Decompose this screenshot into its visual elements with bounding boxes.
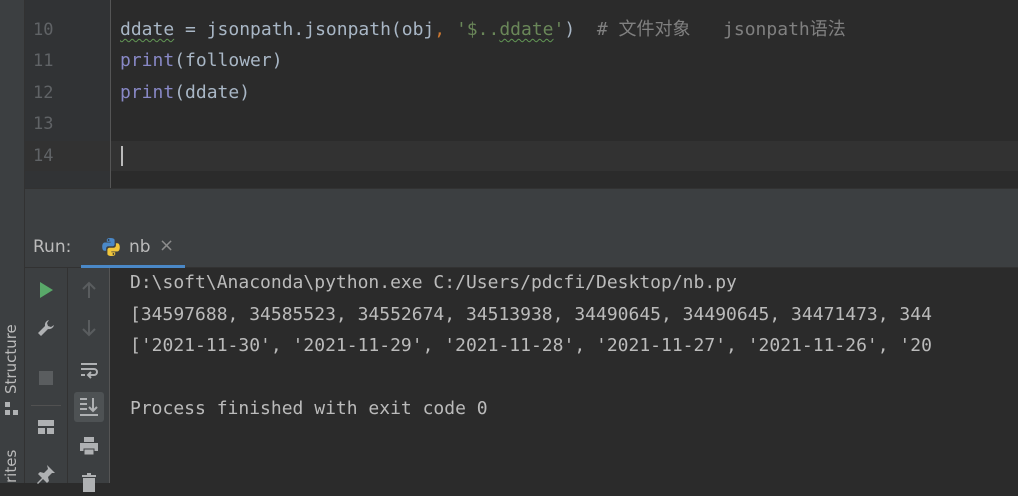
print-icon [80,437,98,456]
line-number: 11 [33,51,54,71]
soft-wrap-button[interactable] [75,356,103,384]
code-token-var: ddate [120,19,175,40]
down-arrow-icon [82,320,96,337]
code-editor[interactable]: 10 11 12 13 14 ddate = jsonpath.jsonpath… [25,0,1018,188]
console-line: [34597688, 34585523, 34552674, 34513938,… [130,304,932,325]
previous-occurrence-button[interactable] [75,276,103,304]
python-icon [102,238,120,256]
console-line: D:\soft\Anaconda\python.exe C:/Users/pdc… [130,272,737,293]
line-number: 12 [33,83,54,103]
clear-all-button[interactable] [75,468,103,496]
line-number: 13 [33,114,54,134]
wrench-icon [38,320,54,336]
code-token-string-word: ddate [499,19,554,40]
stop-icon [39,371,53,385]
scroll-to-end-icon [80,398,98,416]
code-comment: # 文件对象 jsonpath语法 [575,19,846,40]
trash-icon [82,473,96,492]
code-line-11[interactable]: print(follower) [120,49,283,73]
code-token-args: (follower) [174,50,283,71]
next-occurrence-button[interactable] [75,314,103,342]
panel-splitter[interactable] [25,188,1018,232]
edit-config-button[interactable] [32,314,60,342]
run-tab-nb[interactable]: nb × [83,231,183,267]
current-line-highlight [111,141,1018,171]
scroll-to-end-button[interactable] [74,392,104,422]
structure-icon [5,402,18,415]
favorites-tab-label: rites [2,449,20,483]
structure-tab-label: Structure [2,324,20,394]
soft-wrap-icon [81,363,98,379]
code-token-print: print [120,82,175,103]
left-tool-stripe: Structure rites [0,0,25,483]
code-token-string-close: ' [553,19,565,40]
code-line-12[interactable]: print(ddate) [120,81,250,105]
line-number-gutter: 10 11 12 13 14 [25,0,111,188]
run-icon [40,282,53,298]
pin-icon [37,465,55,484]
close-icon[interactable]: × [159,235,174,256]
console-line: ['2021-11-30', '2021-11-29', '2021-11-28… [130,335,932,356]
text-caret [121,146,123,166]
line-number: 14 [33,146,54,166]
print-button[interactable] [75,432,103,460]
code-token-print: print [120,50,175,71]
code-token-args: (ddate) [174,82,251,103]
run-toolbar-primary [25,268,68,484]
pin-tab-button[interactable] [32,460,60,488]
run-tab-label: nb [129,237,151,257]
code-line-10[interactable]: ddate = jsonpath.jsonpath(obj, '$..ddate… [120,18,846,42]
run-panel-label: Run: [33,237,72,257]
layout-icon [38,420,54,434]
console-line: Process finished with exit code 0 [130,398,488,419]
code-token-string-open: '$.. [445,19,500,40]
run-console-output[interactable]: D:\soft\Anaconda\python.exe C:/Users/pdc… [110,268,1018,483]
code-token-comma: , [434,19,446,40]
restore-layout-button[interactable] [32,413,60,441]
code-token-paren: ) [564,19,576,40]
up-arrow-icon [82,281,96,298]
run-panel-header: Run: nb × [25,231,1018,268]
code-token-call: = jsonpath.jsonpath(obj [174,19,435,40]
rerun-button[interactable] [32,276,60,304]
run-toolbar-secondary [68,268,110,492]
toolbar-separator [31,405,61,406]
line-number: 10 [33,20,54,40]
stop-button[interactable] [32,364,60,392]
